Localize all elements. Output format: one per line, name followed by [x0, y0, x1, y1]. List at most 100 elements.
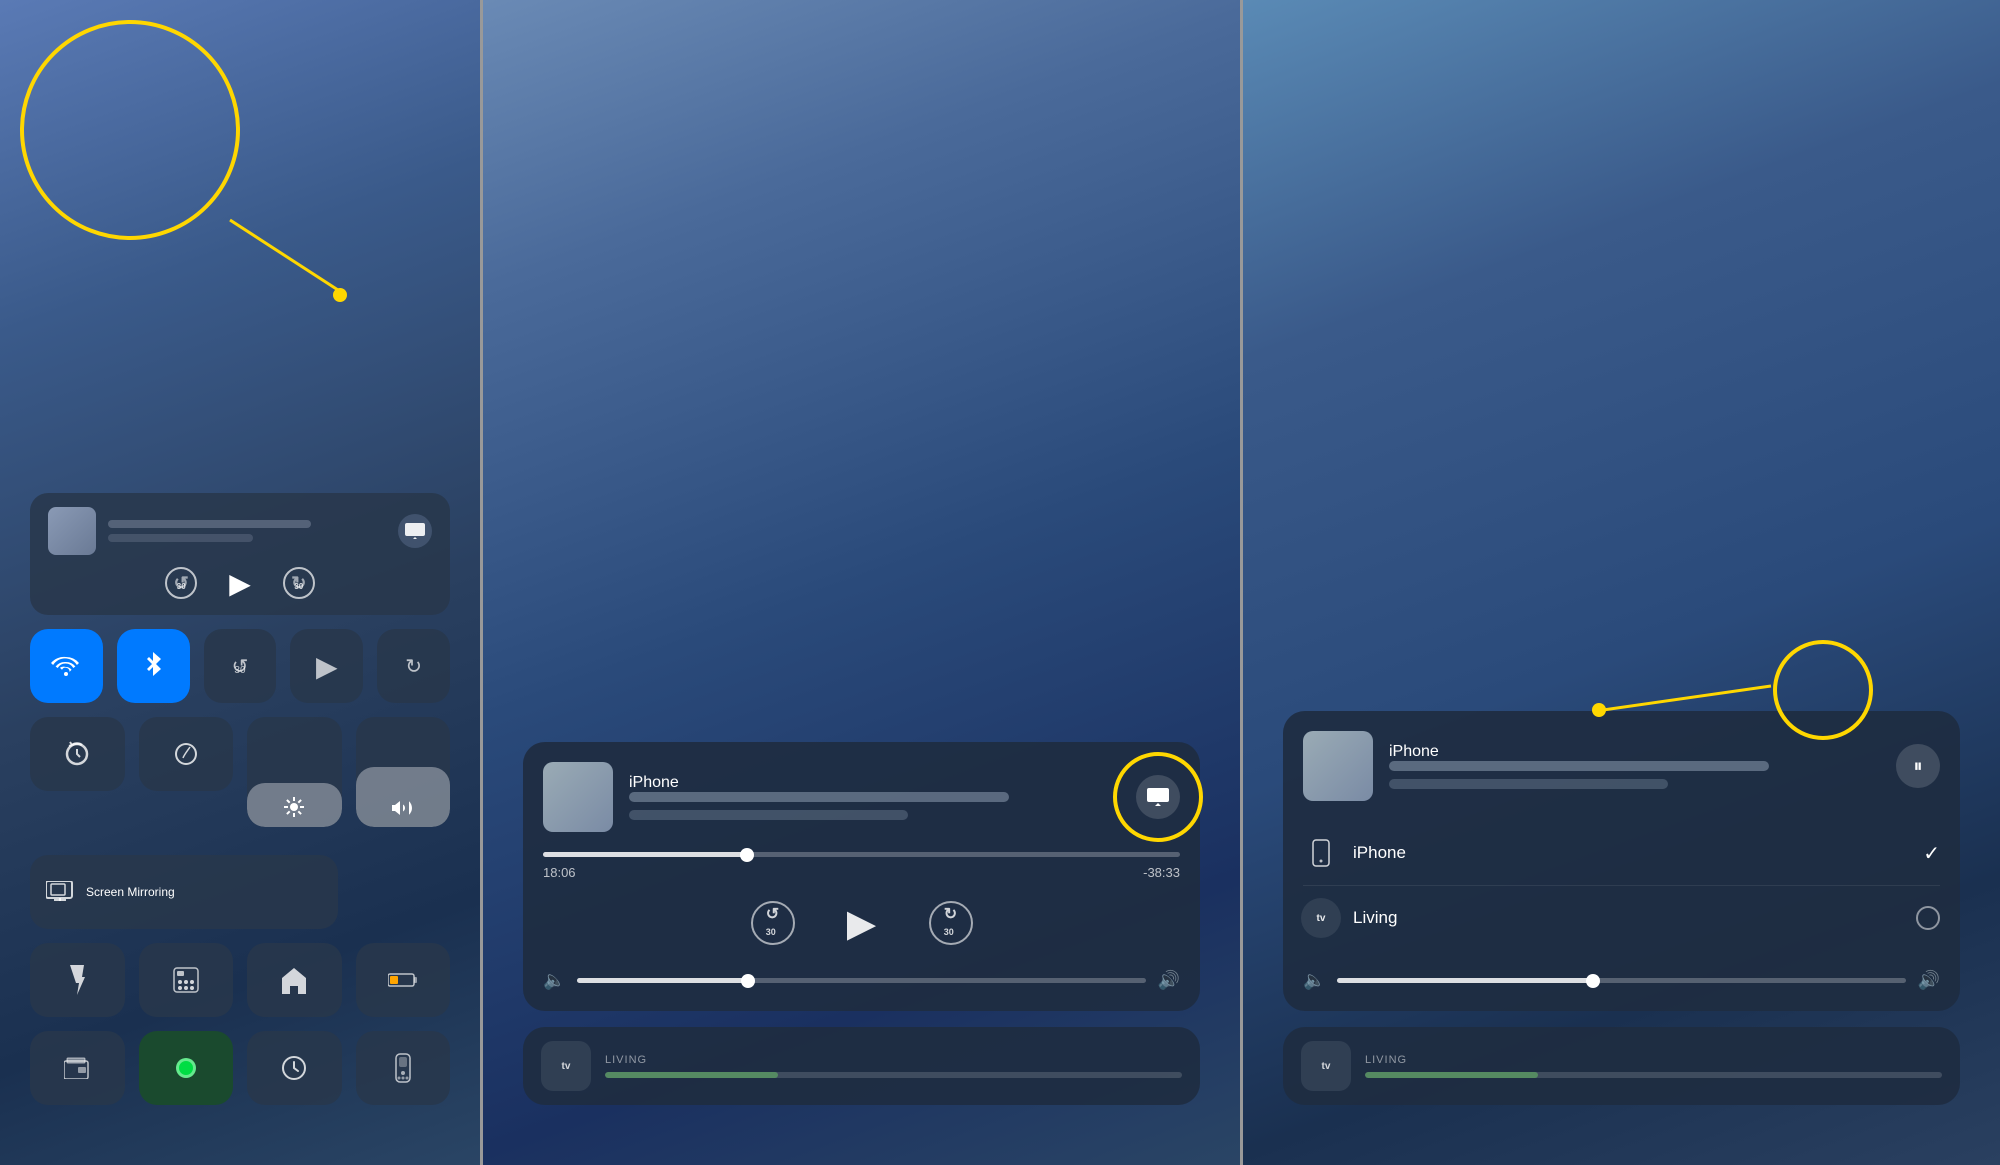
mp-title	[629, 792, 1009, 802]
radio-button-unselected[interactable]	[1916, 906, 1940, 930]
volume-low-icon: 🔈	[543, 970, 565, 991]
flashlight-button[interactable]	[30, 943, 125, 1017]
airplay-button[interactable]	[1136, 775, 1180, 819]
airplay-btn-wrapper	[1136, 775, 1180, 819]
forward-30[interactable]: ↻30	[929, 901, 973, 945]
volume-fill	[577, 978, 747, 983]
time-row: 18:06 -38:33	[543, 865, 1180, 880]
screen-mirroring[interactable]: Screen Mirroring	[30, 855, 338, 929]
ap-info: iPhone	[1389, 743, 1896, 789]
do-not-disturb[interactable]	[139, 717, 234, 791]
appletv-icon-3: tv	[1301, 1041, 1351, 1091]
forward-30-button[interactable]: ↻ 30	[281, 565, 317, 601]
panel-2: iPhone	[483, 0, 1240, 1165]
living-device-name: Living	[1353, 908, 1916, 928]
mp-info: iPhone	[629, 774, 1136, 820]
play-pause-button[interactable]: ⏸	[1896, 744, 1940, 788]
mp-header: iPhone	[543, 762, 1180, 832]
progress-section: 18:06 -38:33	[543, 852, 1180, 880]
expanded-media-card: iPhone	[523, 742, 1200, 1011]
appletv-device-icon: tv	[1303, 900, 1339, 936]
play-button[interactable]: ▶	[229, 567, 251, 600]
living-progress	[605, 1072, 1182, 1078]
living-info: LIVING	[605, 1054, 1182, 1078]
volume-bar[interactable]	[577, 978, 1145, 983]
ap-subtitle	[1389, 779, 1668, 789]
media-title	[108, 520, 311, 528]
ap-volume-high-icon: 🔊	[1918, 970, 1940, 991]
media-subtitle	[108, 534, 253, 542]
control-center: ↺ 30 ▶ ↻ 30	[30, 493, 450, 1105]
ap-artwork	[1303, 731, 1373, 801]
panel-3: iPhone ⏸ iPhone ✓	[1243, 0, 2000, 1165]
volume-high-icon: 🔊	[1158, 970, 1180, 991]
ap-volume-row: 🔈 🔊	[1303, 970, 1940, 991]
living-card-3: tv LIVING	[1283, 1027, 1960, 1105]
screen-mirroring-label: Screen Mirroring	[86, 885, 175, 899]
controls-grid	[30, 717, 450, 841]
time-remaining: -38:33	[1143, 865, 1180, 880]
living-progress-3	[1365, 1072, 1942, 1078]
media-artwork	[48, 507, 96, 555]
ap-volume-bar[interactable]	[1337, 978, 1905, 983]
brightness-slider[interactable]	[247, 717, 342, 827]
media-info	[108, 520, 398, 542]
rewind-30-button[interactable]: ↺ 30	[163, 565, 199, 601]
living-info-3: LIVING	[1365, 1054, 1942, 1078]
airplay-button-small[interactable]	[398, 514, 432, 548]
living-label-3: LIVING	[1365, 1054, 1942, 1066]
ap-device-name: iPhone	[1389, 743, 1896, 761]
iphone-device-name: iPhone	[1353, 843, 1923, 863]
rewind-button-2[interactable]: ↺30	[204, 629, 277, 703]
panel-1: ↺ 30 ▶ ↻ 30	[0, 0, 480, 1165]
battery-button[interactable]	[356, 943, 451, 1017]
clock-button[interactable]	[247, 1031, 342, 1105]
playback-controls: ↺30 ▶ ↻30	[543, 896, 1180, 950]
quick-toggles: ↺30 ▶ ↻	[30, 629, 450, 703]
media-player-card: ↺ 30 ▶ ↻ 30	[30, 493, 450, 615]
living-card: tv LIVING	[523, 1027, 1200, 1105]
phone-icon	[1303, 835, 1339, 871]
living-progress-fill-3	[1365, 1072, 1538, 1078]
progress-thumb	[740, 848, 754, 862]
volume-thumb	[741, 974, 755, 988]
mp-subtitle	[629, 810, 908, 820]
device-item-living[interactable]: tv Living	[1303, 886, 1940, 950]
home-button[interactable]	[247, 943, 342, 1017]
screen-record-button[interactable]	[139, 1031, 234, 1105]
appletv-icon-bg: tv	[1301, 898, 1341, 938]
rewind-30[interactable]: ↺30	[751, 901, 795, 945]
bottom-controls	[30, 943, 450, 1105]
device-item-iphone[interactable]: iPhone ✓	[1303, 821, 1940, 886]
living-progress-fill	[605, 1072, 778, 1078]
play-pause-center[interactable]: ▶	[835, 896, 889, 950]
volume-slider-small[interactable]	[356, 717, 451, 827]
ap-volume-low-icon: 🔈	[1303, 970, 1325, 991]
device-list: iPhone ✓ tv Living	[1303, 821, 1940, 950]
media-top-row	[48, 507, 432, 555]
device-name-label: iPhone	[629, 774, 1136, 792]
airplay-selection-card: iPhone ⏸ iPhone ✓	[1283, 711, 1960, 1011]
calculator-button[interactable]	[139, 943, 234, 1017]
wifi-toggle[interactable]	[30, 629, 103, 703]
bluetooth-toggle[interactable]	[117, 629, 190, 703]
wallet-button[interactable]	[30, 1031, 125, 1105]
mp-artwork	[543, 762, 613, 832]
living-label: LIVING	[605, 1054, 1182, 1066]
ap-volume-thumb	[1586, 974, 1600, 988]
panel3-content: iPhone ⏸ iPhone ✓	[1283, 711, 1960, 1105]
ap-volume-fill	[1337, 978, 1593, 983]
progress-bar[interactable]	[543, 852, 1180, 857]
play-button-2[interactable]: ▶	[290, 629, 363, 703]
remote-button[interactable]	[356, 1031, 451, 1105]
time-elapsed: 18:06	[543, 865, 576, 880]
forward-button-2[interactable]: ↻	[377, 629, 450, 703]
volume-row: 🔈 🔊	[543, 970, 1180, 991]
rotation-lock[interactable]	[30, 717, 125, 791]
second-row: Screen Mirroring	[30, 855, 450, 929]
appletv-icon: tv	[541, 1041, 591, 1091]
media-controls: ↺ 30 ▶ ↻ 30	[48, 565, 432, 601]
checkmark-icon: ✓	[1923, 841, 1940, 866]
panel2-content: iPhone	[523, 742, 1200, 1105]
ap-title	[1389, 761, 1769, 771]
